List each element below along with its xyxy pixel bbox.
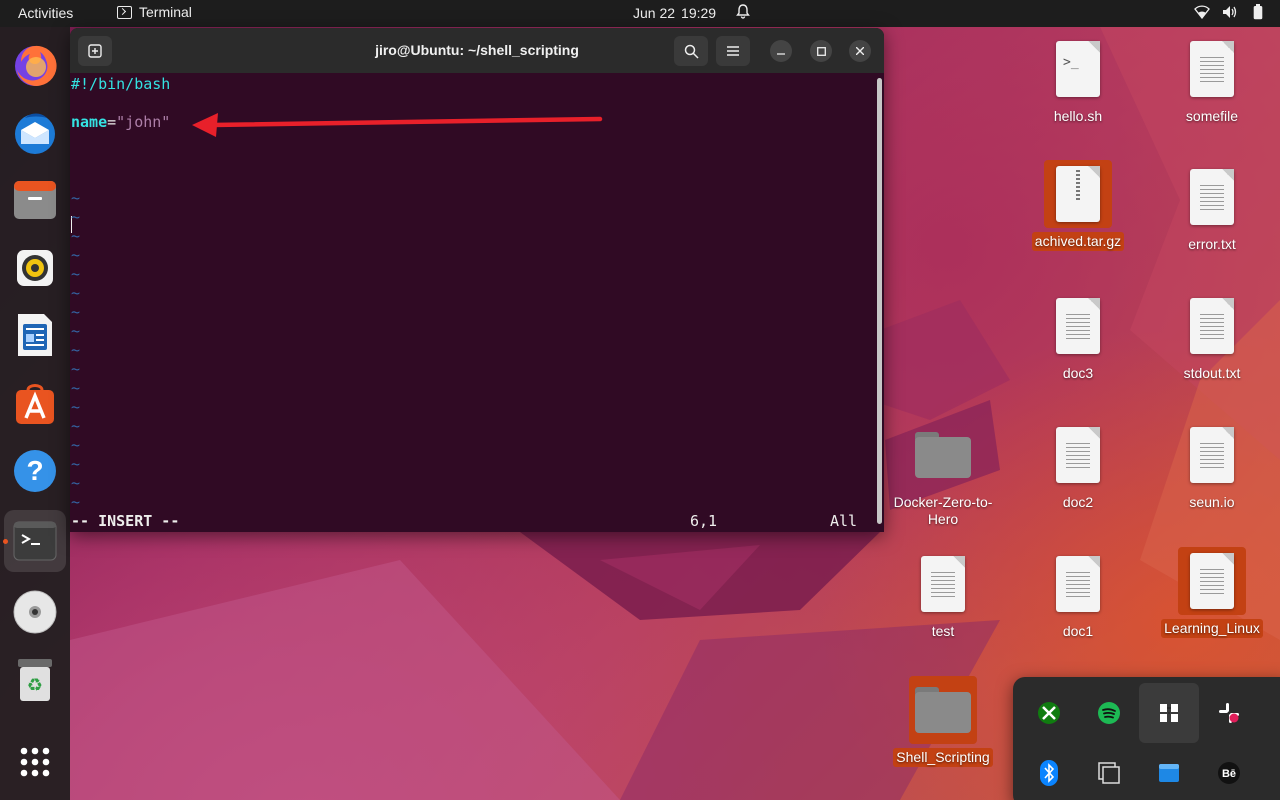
annotation-arrow — [192, 113, 603, 137]
